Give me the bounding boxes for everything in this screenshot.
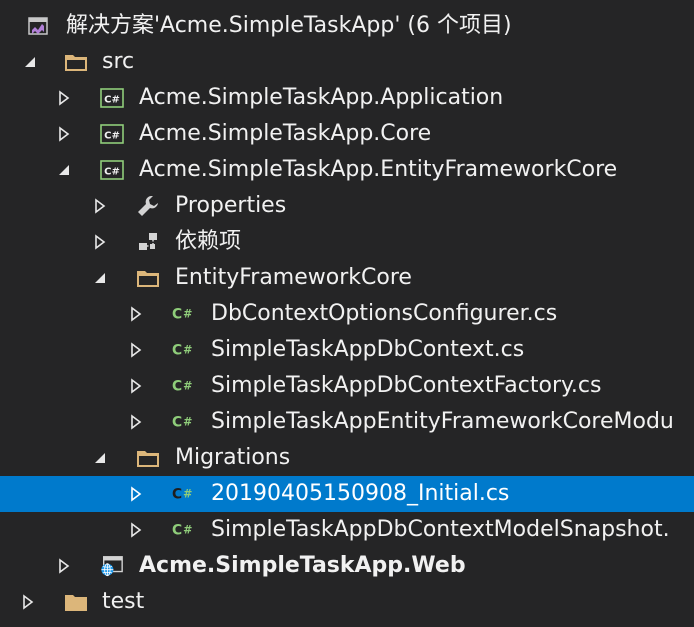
triangle-collapsed-icon[interactable] [124,368,148,404]
triangle-expanded-icon[interactable] [88,260,112,296]
triangle-collapsed-icon[interactable] [124,512,148,548]
csharp-file-icon: C # [172,512,196,548]
file-label-snapshot: SimpleTaskAppDbContextModelSnapshot. [211,517,670,542]
dependencies-icon [136,224,160,260]
dependencies-label: 依赖项 [175,229,242,254]
src-folder-label: src [102,49,135,74]
solution-label: 解决方案'Acme.SimpleTaskApp' (6 个项目) [66,13,512,38]
svg-text:#: # [183,488,192,501]
svg-text:C#: C# [104,95,120,106]
csharp-file-icon: C # [172,296,196,332]
triangle-expanded-icon[interactable] [88,440,112,476]
properties-label: Properties [175,193,287,218]
file-label-factory: SimpleTaskAppDbContextFactory.cs [211,373,602,398]
tree-row-file-options[interactable]: C # DbContextOptionsConfigurer.cs [0,296,694,332]
triangle-collapsed-icon[interactable] [52,548,76,584]
triangle-collapsed-icon[interactable] [16,584,40,620]
svg-text:#: # [183,380,192,393]
tree-row-file-module[interactable]: C # SimpleTaskAppEntityFrameworkCoreModu [0,404,694,440]
svg-text:C: C [172,415,182,431]
tree-row-test[interactable]: test [0,584,694,620]
migrations-folder-label: Migrations [175,445,291,470]
project-label-web: Acme.SimpleTaskApp.Web [139,553,466,578]
triangle-expanded-icon[interactable] [18,44,42,80]
tree-row-solution[interactable]: 解决方案'Acme.SimpleTaskApp' (6 个项目) [0,8,694,44]
csharp-file-icon: C # [172,368,196,404]
tree-row-web-project[interactable]: Acme.SimpleTaskApp.Web [0,548,694,584]
svg-text:C: C [172,379,182,395]
triangle-collapsed-icon[interactable] [124,404,148,440]
folder-icon [136,260,160,296]
tree-row-file-initial[interactable]: C # 20190405150908_Initial.cs [0,476,694,512]
triangle-collapsed-icon[interactable] [124,332,148,368]
svg-text:#: # [183,308,192,321]
tree-row-file-dbcontext[interactable]: C # SimpleTaskAppDbContext.cs [0,332,694,368]
triangle-expanded-icon[interactable] [52,152,76,188]
svg-text:#: # [183,416,192,429]
csharp-project-icon: C# [100,116,124,152]
file-label-initial: 20190405150908_Initial.cs [211,481,510,506]
folder-icon [136,440,160,476]
ef-folder-label: EntityFrameworkCore [175,265,412,290]
triangle-collapsed-icon[interactable] [124,476,148,512]
file-label-module: SimpleTaskAppEntityFrameworkCoreModu [211,409,674,434]
project-label-application: Acme.SimpleTaskApp.Application [139,85,504,110]
csharp-file-icon: C # [172,404,196,440]
web-project-icon [100,548,124,584]
svg-text:C#: C# [104,131,120,142]
tree-row-ef-folder[interactable]: EntityFrameworkCore [0,260,694,296]
test-folder-label: test [102,589,145,614]
file-label-options: DbContextOptionsConfigurer.cs [211,301,558,326]
project-label-efcore: Acme.SimpleTaskApp.EntityFrameworkCore [139,157,618,182]
csharp-project-icon: C# [100,80,124,116]
svg-text:C#: C# [104,167,120,178]
triangle-collapsed-icon[interactable] [52,80,76,116]
tree-row-file-factory[interactable]: C # SimpleTaskAppDbContextFactory.cs [0,368,694,404]
tree-row-src[interactable]: src [0,44,694,80]
tree-row-application[interactable]: C# Acme.SimpleTaskApp.Application [0,80,694,116]
triangle-collapsed-icon[interactable] [88,188,112,224]
svg-text:C: C [172,307,182,323]
folder-icon [64,584,88,620]
solution-explorer-tree: 解决方案'Acme.SimpleTaskApp' (6 个项目) src C# … [0,0,694,627]
tree-row-migrations[interactable]: Migrations [0,440,694,476]
tree-row-dependencies[interactable]: 依赖项 [0,224,694,260]
triangle-collapsed-icon[interactable] [124,296,148,332]
svg-text:C: C [172,523,182,539]
wrench-icon [136,188,160,224]
csharp-file-icon: C # [172,332,196,368]
triangle-collapsed-icon[interactable] [88,224,112,260]
svg-text:#: # [183,524,192,537]
file-label-dbcontext: SimpleTaskAppDbContext.cs [211,337,525,362]
tree-row-properties[interactable]: Properties [0,188,694,224]
svg-text:#: # [183,344,192,357]
visual-studio-solution-icon [26,8,50,44]
csharp-file-icon: C # [172,476,196,512]
csharp-project-icon: C# [100,152,124,188]
tree-row-efcore-project[interactable]: C# Acme.SimpleTaskApp.EntityFrameworkCor… [0,152,694,188]
svg-text:C: C [172,343,182,359]
tree-row-file-snapshot[interactable]: C # SimpleTaskAppDbContextModelSnapshot. [0,512,694,548]
folder-icon [64,44,88,80]
tree-row-core[interactable]: C# Acme.SimpleTaskApp.Core [0,116,694,152]
svg-text:C: C [172,487,182,503]
triangle-collapsed-icon[interactable] [52,116,76,152]
project-label-core: Acme.SimpleTaskApp.Core [139,121,432,146]
